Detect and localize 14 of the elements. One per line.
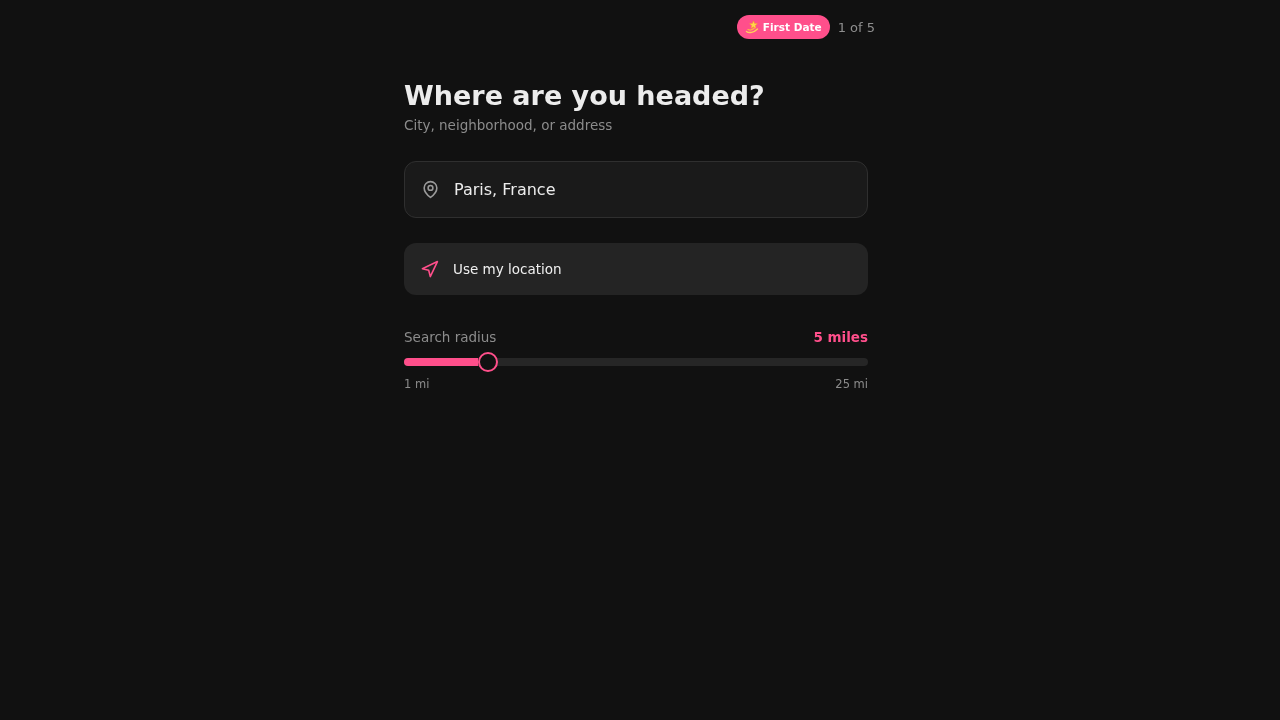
- use-location-button[interactable]: Use my location: [404, 243, 868, 295]
- radius-value: 5 miles: [813, 329, 868, 345]
- navigation-arrow-icon: [420, 259, 439, 279]
- radius-label: Search radius: [404, 329, 497, 345]
- radius-max-label: 25 mi: [835, 377, 868, 391]
- map-pin-icon: [421, 180, 440, 199]
- page-subtitle: City, neighborhood, or address: [404, 116, 614, 134]
- radius-slider-thumb[interactable]: [477, 352, 498, 372]
- page-title: Where are you headed?: [404, 79, 766, 113]
- dizzy-star-icon: [744, 20, 759, 34]
- first-date-badge: First Date: [736, 15, 830, 39]
- step-counter: 1 of 5: [837, 19, 875, 35]
- location-field[interactable]: Paris, France: [404, 161, 868, 218]
- radius-min-label: 1 mi: [404, 377, 430, 391]
